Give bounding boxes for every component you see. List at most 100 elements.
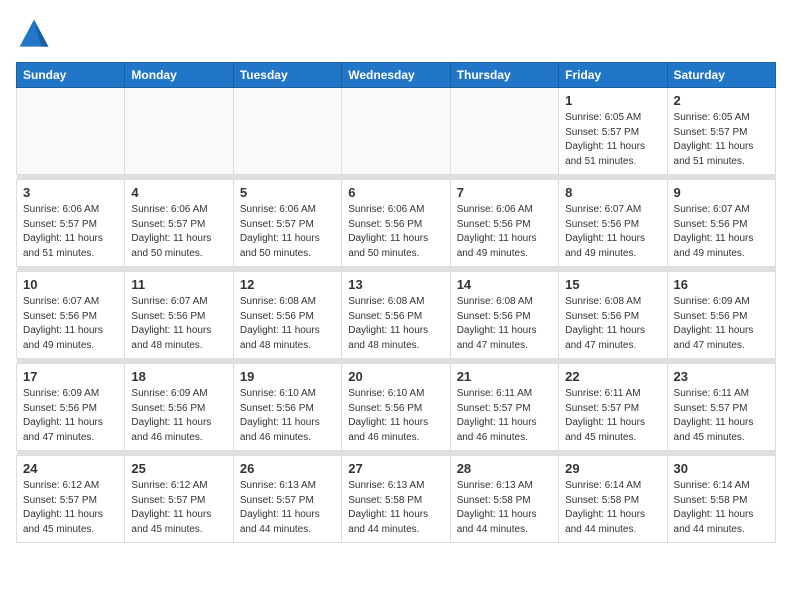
calendar-cell: 23 Sunrise: 6:11 AMSunset: 5:57 PMDayligh…: [667, 364, 775, 451]
day-number: 6: [348, 185, 443, 200]
calendar-cell: [17, 88, 125, 175]
calendar-cell: 21 Sunrise: 6:11 AMSunset: 5:57 PMDayligh…: [450, 364, 558, 451]
weekday-header-row: SundayMondayTuesdayWednesdayThursdayFrid…: [17, 63, 776, 88]
day-number: 27: [348, 461, 443, 476]
weekday-header-tuesday: Tuesday: [233, 63, 341, 88]
day-info: Sunrise: 6:13 AMSunset: 5:58 PMDaylight:…: [348, 479, 443, 537]
calendar-cell: 19Sunrise: 6:10 AMSunset: 5:56 PMDayligh…: [233, 364, 341, 451]
day-number: 24: [23, 461, 118, 476]
week-row-4: 17 Sunrise: 6:09 AMSunset: 5:56 PMDayligh…: [17, 364, 776, 451]
calendar-cell: 13 Sunrise: 6:08 AMSunset: 5:56 PMDayligh…: [342, 272, 450, 359]
calendar-cell: 24 Sunrise: 6:12 AMSunset: 5:57 PMDayligh…: [17, 456, 125, 543]
logo: [16, 16, 58, 52]
day-number: 12: [240, 277, 335, 292]
day-number: 21: [457, 369, 552, 384]
day-info: Sunrise: 6:06 AMSunset: 5:57 PMDaylight:…: [240, 203, 335, 261]
day-info: Sunrise: 6:11 AMSunset: 5:57 PMDaylight:…: [565, 387, 660, 445]
weekday-header-saturday: Saturday: [667, 63, 775, 88]
calendar-cell: 17 Sunrise: 6:09 AMSunset: 5:56 PMDayligh…: [17, 364, 125, 451]
day-number: 13: [348, 277, 443, 292]
day-info: Sunrise: 6:09 AMSunset: 5:56 PMDaylight:…: [23, 387, 118, 445]
day-info: Sunrise: 6:14 AMSunset: 5:58 PMDaylight:…: [674, 479, 769, 537]
day-number: 20: [348, 369, 443, 384]
calendar-body: 1 Sunrise: 6:05 AMSunset: 5:57 PMDaylight…: [17, 88, 776, 543]
day-number: 5: [240, 185, 335, 200]
day-number: 23: [674, 369, 769, 384]
day-info: Sunrise: 6:09 AMSunset: 5:56 PMDaylight:…: [131, 387, 226, 445]
day-number: 11: [131, 277, 226, 292]
page-header: [16, 16, 776, 52]
day-info: Sunrise: 6:12 AMSunset: 5:57 PMDaylight:…: [23, 479, 118, 537]
day-info: Sunrise: 6:06 AMSunset: 5:57 PMDaylight:…: [23, 203, 118, 261]
day-info: Sunrise: 6:06 AMSunset: 5:57 PMDaylight:…: [131, 203, 226, 261]
calendar-cell: 6 Sunrise: 6:06 AMSunset: 5:56 PMDaylight…: [342, 180, 450, 267]
calendar-cell: 3 Sunrise: 6:06 AMSunset: 5:57 PMDaylight…: [17, 180, 125, 267]
calendar-cell: 11 Sunrise: 6:07 AMSunset: 5:56 PMDayligh…: [125, 272, 233, 359]
weekday-header-thursday: Thursday: [450, 63, 558, 88]
day-number: 18: [131, 369, 226, 384]
calendar-cell: 25 Sunrise: 6:12 AMSunset: 5:57 PMDayligh…: [125, 456, 233, 543]
calendar-cell: 30 Sunrise: 6:14 AMSunset: 5:58 PMDayligh…: [667, 456, 775, 543]
day-info: Sunrise: 6:07 AMSunset: 5:56 PMDaylight:…: [131, 295, 226, 353]
day-number: 28: [457, 461, 552, 476]
calendar-cell: [233, 88, 341, 175]
week-row-3: 10 Sunrise: 6:07 AMSunset: 5:56 PMDayligh…: [17, 272, 776, 359]
weekday-header-wednesday: Wednesday: [342, 63, 450, 88]
calendar-cell: 22 Sunrise: 6:11 AMSunset: 5:57 PMDayligh…: [559, 364, 667, 451]
calendar-cell: 16 Sunrise: 6:09 AMSunset: 5:56 PMDayligh…: [667, 272, 775, 359]
day-number: 14: [457, 277, 552, 292]
weekday-header-friday: Friday: [559, 63, 667, 88]
day-info: Sunrise: 6:09 AMSunset: 5:56 PMDaylight:…: [674, 295, 769, 353]
day-info: Sunrise: 6:13 AMSunset: 5:58 PMDaylight:…: [457, 479, 552, 537]
day-info: Sunrise: 6:07 AMSunset: 5:56 PMDaylight:…: [565, 203, 660, 261]
calendar-cell: 12Sunrise: 6:08 AMSunset: 5:56 PMDayligh…: [233, 272, 341, 359]
day-number: 4: [131, 185, 226, 200]
day-info: Sunrise: 6:07 AMSunset: 5:56 PMDaylight:…: [674, 203, 769, 261]
day-number: 3: [23, 185, 118, 200]
day-number: 8: [565, 185, 660, 200]
day-number: 22: [565, 369, 660, 384]
calendar-cell: 15 Sunrise: 6:08 AMSunset: 5:56 PMDayligh…: [559, 272, 667, 359]
day-number: 2: [674, 93, 769, 108]
calendar-cell: 5 Sunrise: 6:06 AMSunset: 5:57 PMDaylight…: [233, 180, 341, 267]
calendar-cell: 27 Sunrise: 6:13 AMSunset: 5:58 PMDayligh…: [342, 456, 450, 543]
day-info: Sunrise: 6:05 AMSunset: 5:57 PMDaylight:…: [674, 111, 769, 169]
calendar-cell: [125, 88, 233, 175]
calendar-header: SundayMondayTuesdayWednesdayThursdayFrid…: [17, 63, 776, 88]
week-row-1: 1 Sunrise: 6:05 AMSunset: 5:57 PMDaylight…: [17, 88, 776, 175]
day-number: 17: [23, 369, 118, 384]
calendar-cell: [450, 88, 558, 175]
calendar-cell: 18 Sunrise: 6:09 AMSunset: 5:56 PMDayligh…: [125, 364, 233, 451]
day-info: Sunrise: 6:05 AMSunset: 5:57 PMDaylight:…: [565, 111, 660, 169]
calendar-cell: 9 Sunrise: 6:07 AMSunset: 5:56 PMDaylight…: [667, 180, 775, 267]
day-info: Sunrise: 6:11 AMSunset: 5:57 PMDaylight:…: [457, 387, 552, 445]
day-info: Sunrise: 6:08 AMSunset: 5:56 PMDaylight:…: [565, 295, 660, 353]
calendar-cell: 26Sunrise: 6:13 AMSunset: 5:57 PMDayligh…: [233, 456, 341, 543]
day-info: Sunrise: 6:08 AMSunset: 5:56 PMDaylight:…: [348, 295, 443, 353]
calendar-table: SundayMondayTuesdayWednesdayThursdayFrid…: [16, 62, 776, 543]
calendar-cell: 28 Sunrise: 6:13 AMSunset: 5:58 PMDayligh…: [450, 456, 558, 543]
logo-icon: [16, 16, 52, 52]
day-info: Sunrise: 6:13 AMSunset: 5:57 PMDaylight:…: [240, 479, 335, 537]
day-number: 29: [565, 461, 660, 476]
calendar-cell: 29 Sunrise: 6:14 AMSunset: 5:58 PMDayligh…: [559, 456, 667, 543]
day-number: 10: [23, 277, 118, 292]
day-info: Sunrise: 6:06 AMSunset: 5:56 PMDaylight:…: [348, 203, 443, 261]
calendar-cell: 20Sunrise: 6:10 AMSunset: 5:56 PMDayligh…: [342, 364, 450, 451]
day-number: 1: [565, 93, 660, 108]
day-number: 9: [674, 185, 769, 200]
day-number: 16: [674, 277, 769, 292]
calendar-cell: [342, 88, 450, 175]
day-info: Sunrise: 6:12 AMSunset: 5:57 PMDaylight:…: [131, 479, 226, 537]
day-number: 15: [565, 277, 660, 292]
day-number: 25: [131, 461, 226, 476]
calendar-cell: 2 Sunrise: 6:05 AMSunset: 5:57 PMDaylight…: [667, 88, 775, 175]
day-info: Sunrise: 6:08 AMSunset: 5:56 PMDaylight:…: [457, 295, 552, 353]
day-number: 30: [674, 461, 769, 476]
day-info: Sunrise: 6:14 AMSunset: 5:58 PMDaylight:…: [565, 479, 660, 537]
calendar-cell: 14 Sunrise: 6:08 AMSunset: 5:56 PMDayligh…: [450, 272, 558, 359]
day-info: Sunrise: 6:11 AMSunset: 5:57 PMDaylight:…: [674, 387, 769, 445]
day-number: 19: [240, 369, 335, 384]
calendar-cell: 8 Sunrise: 6:07 AMSunset: 5:56 PMDaylight…: [559, 180, 667, 267]
calendar-cell: 7Sunrise: 6:06 AMSunset: 5:56 PMDaylight…: [450, 180, 558, 267]
